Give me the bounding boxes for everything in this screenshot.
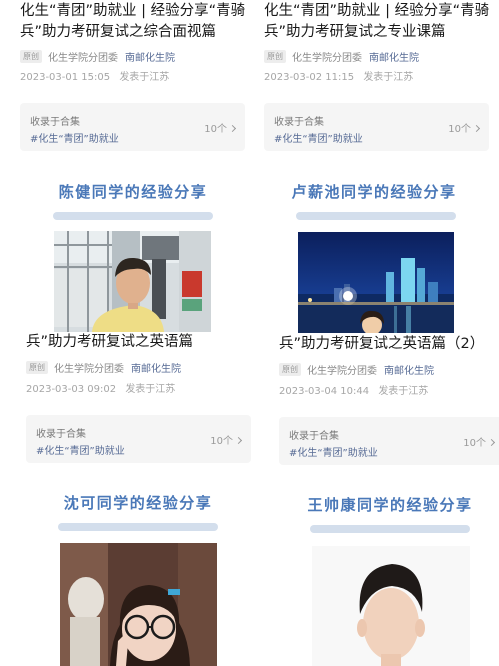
publish-info: 2023-03-01 15:05 发表于江苏 bbox=[20, 68, 175, 83]
experience-banner-title: 陈健同学的经验分享 bbox=[58, 183, 208, 201]
chevron-right-icon bbox=[472, 124, 481, 133]
article-author: 化生学院分团委 bbox=[54, 363, 124, 375]
experience-banner-title: 卢薪池同学的经验分享 bbox=[291, 183, 457, 201]
original-badge: 原创 bbox=[264, 49, 286, 63]
article-title[interactable]: 兵”助力考研复试之英语篇（2） bbox=[279, 334, 484, 355]
article-author: 化生学院分团委 bbox=[292, 52, 362, 64]
article-title[interactable]: 兵”助力考研复试之英语篇 bbox=[26, 332, 193, 353]
chevron-right-icon bbox=[228, 124, 237, 133]
chevron-right-icon bbox=[487, 438, 496, 447]
collection-box[interactable]: 收录于合集 #化生“青团”助就业 10个 bbox=[279, 417, 499, 465]
collection-label: 收录于合集 bbox=[289, 431, 339, 442]
experience-banner-title: 王帅康同学的经验分享 bbox=[307, 496, 473, 514]
collection-box[interactable]: 收录于合集 #化生“青团”助就业 10个 bbox=[20, 103, 245, 151]
article-author: 化生学院分团委 bbox=[48, 52, 118, 64]
article-title-line-2[interactable]: 兵”助力考研复试之英语篇 bbox=[26, 332, 193, 353]
collection-tag-link[interactable]: #化生“青团”助就业 bbox=[30, 130, 119, 145]
article-title-line-1[interactable]: 化生“青团”助就业 | 经验分享“青骑 bbox=[20, 1, 245, 22]
article-title-line-2[interactable]: 兵”助力考研复试之英语篇（2） bbox=[279, 334, 484, 355]
collection-box[interactable]: 收录于合集 #化生“青团”助就业 10个 bbox=[26, 415, 251, 463]
account-link[interactable]: 南邮化生院 bbox=[131, 360, 181, 375]
article-title[interactable]: 化生“青团”助就业 | 经验分享“青骑 兵”助力考研复试之专业课篇 bbox=[264, 1, 489, 43]
article-meta: 原创 化生学院分团委 南邮化生院 bbox=[264, 49, 419, 64]
collection-count[interactable]: 10个 bbox=[463, 434, 496, 449]
article-card-4[interactable]: 兵”助力考研复试之英语篇（2） 原创 化生学院分团委 南邮化生院 2023-03… bbox=[279, 333, 499, 468]
banner-underline bbox=[310, 525, 470, 533]
article-card-3[interactable]: 兵”助力考研复试之英语篇 原创 化生学院分团委 南邮化生院 2023-03-03… bbox=[26, 331, 256, 466]
banner-underline bbox=[58, 523, 218, 531]
collection-count[interactable]: 10个 bbox=[204, 120, 237, 135]
publish-date: 2023-03-03 09:02 bbox=[26, 384, 117, 395]
article-author: 化生学院分团委 bbox=[307, 365, 377, 377]
collection-count[interactable]: 10个 bbox=[210, 432, 243, 447]
publish-location: 发表于江苏 bbox=[125, 384, 176, 395]
publish-date: 2023-03-02 11:15 bbox=[264, 72, 355, 83]
article-title-line-2[interactable]: 兵”助力考研复试之综合面视篇 bbox=[20, 22, 245, 43]
publish-location: 发表于江苏 bbox=[378, 386, 429, 397]
original-badge: 原创 bbox=[20, 49, 42, 63]
article-meta: 原创 化生学院分团委 南邮化生院 bbox=[20, 49, 175, 64]
collection-tag-link[interactable]: #化生“青团”助就业 bbox=[274, 130, 363, 145]
original-badge: 原创 bbox=[26, 360, 48, 374]
chevron-right-icon bbox=[234, 436, 243, 445]
account-link[interactable]: 南邮化生院 bbox=[125, 49, 175, 64]
student-photo bbox=[60, 543, 217, 666]
student-photo bbox=[298, 232, 454, 333]
banner-underline bbox=[296, 212, 456, 220]
experience-banner-title: 沈可同学的经验分享 bbox=[63, 494, 213, 512]
collection-count-text: 10个 bbox=[463, 438, 486, 449]
collection-label: 收录于合集 bbox=[36, 429, 86, 440]
collection-count-text: 10个 bbox=[448, 124, 471, 135]
collection-count-text: 10个 bbox=[210, 436, 233, 447]
publish-info: 2023-03-02 11:15 发表于江苏 bbox=[264, 68, 419, 83]
collection-label: 收录于合集 bbox=[274, 117, 324, 128]
collection-count[interactable]: 10个 bbox=[448, 120, 481, 135]
article-title-line-1[interactable]: 化生“青团”助就业 | 经验分享“青骑 bbox=[264, 1, 489, 22]
article-meta: 原创 化生学院分团委 南邮化生院 bbox=[279, 362, 434, 377]
article-title[interactable]: 化生“青团”助就业 | 经验分享“青骑 兵”助力考研复试之综合面视篇 bbox=[20, 1, 245, 43]
publish-date: 2023-03-04 10:44 bbox=[279, 386, 370, 397]
article-meta: 原创 化生学院分团委 南邮化生院 bbox=[26, 360, 181, 375]
article-title-line-2[interactable]: 兵”助力考研复试之专业课篇 bbox=[264, 22, 489, 43]
account-link[interactable]: 南邮化生院 bbox=[384, 362, 434, 377]
publish-info: 2023-03-04 10:44 发表于江苏 bbox=[279, 382, 434, 397]
collection-tag-link[interactable]: #化生“青团”助就业 bbox=[289, 444, 378, 459]
banner-underline bbox=[53, 212, 213, 220]
student-photo bbox=[312, 546, 470, 666]
student-photo bbox=[54, 231, 211, 332]
original-badge: 原创 bbox=[279, 362, 301, 376]
publish-location: 发表于江苏 bbox=[363, 72, 414, 83]
collection-label: 收录于合集 bbox=[30, 117, 80, 128]
collection-tag-link[interactable]: #化生“青团”助就业 bbox=[36, 442, 125, 457]
publish-info: 2023-03-03 09:02 发表于江苏 bbox=[26, 380, 181, 395]
collection-count-text: 10个 bbox=[204, 124, 227, 135]
account-link[interactable]: 南邮化生院 bbox=[369, 49, 419, 64]
publish-location: 发表于江苏 bbox=[119, 72, 170, 83]
collection-box[interactable]: 收录于合集 #化生“青团”助就业 10个 bbox=[264, 103, 489, 151]
publish-date: 2023-03-01 15:05 bbox=[20, 72, 111, 83]
